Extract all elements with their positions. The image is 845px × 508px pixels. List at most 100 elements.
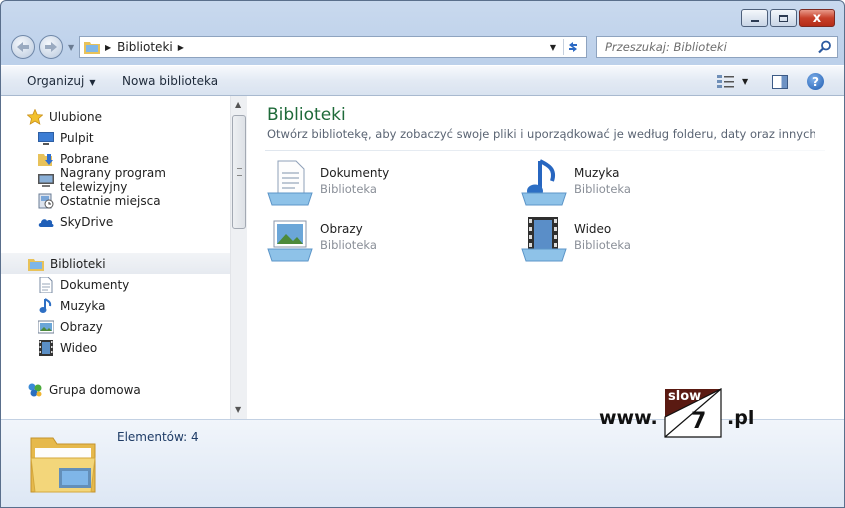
library-tile-music[interactable]: Muzyka Biblioteka — [520, 159, 760, 209]
nav-favorites[interactable]: Ulubione — [27, 106, 227, 127]
recent-pages-dropdown[interactable]: ▼ — [68, 43, 74, 52]
nav-item-music[interactable]: Muzyka — [38, 295, 228, 316]
watermark-prefix: www. — [599, 407, 658, 429]
documents-library-icon — [267, 160, 313, 206]
nav-label: Muzyka — [60, 298, 106, 313]
library-type: Biblioteka — [320, 238, 377, 252]
search-box[interactable] — [596, 36, 838, 58]
close-button[interactable]: x — [799, 9, 835, 27]
breadcrumb-chevron-icon[interactable]: ▶ — [178, 43, 184, 52]
search-icon[interactable] — [818, 40, 832, 54]
skydrive-icon — [38, 214, 54, 230]
library-type: Biblioteka — [574, 182, 631, 196]
navigation-scrollbar[interactable]: ▲ ▼ — [230, 96, 247, 419]
refresh-icon — [569, 42, 577, 52]
maximize-button[interactable] — [770, 9, 797, 27]
nav-item-desktop[interactable]: Pulpit — [38, 127, 228, 148]
nav-item-recent-places[interactable]: Ostatnie miejsca — [38, 190, 228, 211]
nav-item-pictures[interactable]: Obrazy — [38, 316, 228, 337]
library-name: Wideo — [574, 222, 612, 236]
library-tile-pictures[interactable]: Obrazy Biblioteka — [266, 215, 506, 265]
watermark-box-top: slow — [668, 389, 702, 404]
divider — [265, 150, 825, 151]
nav-label: Dokumenty — [60, 277, 130, 292]
library-tile-video[interactable]: Wideo Biblioteka — [520, 215, 760, 265]
library-name: Obrazy — [320, 222, 363, 236]
scroll-up-icon[interactable]: ▲ — [235, 100, 241, 109]
breadcrumb-separator-icon[interactable]: ▶ — [105, 43, 111, 52]
recorded-tv-icon — [38, 172, 54, 188]
close-icon: x — [812, 10, 822, 26]
nav-label: Obrazy — [60, 319, 103, 334]
organize-button[interactable]: Organizuj ▼ — [27, 74, 95, 88]
scrollbar-thumb[interactable] — [232, 115, 246, 229]
nav-label: Pobrane — [60, 151, 110, 166]
pictures-icon — [38, 319, 54, 335]
libraries-icon — [28, 256, 44, 272]
breadcrumb-item[interactable]: Biblioteki — [117, 40, 173, 54]
minimize-icon — [750, 20, 759, 22]
nav-label: Pulpit — [60, 130, 94, 145]
page-title: Biblioteki — [267, 105, 346, 125]
watermark-box-digit: 7 — [691, 409, 707, 434]
music-library-icon — [521, 159, 567, 206]
libraries-icon — [84, 40, 100, 54]
nav-label: Grupa domowa — [49, 382, 141, 397]
view-options-icon[interactable] — [717, 75, 734, 89]
recent-places-icon — [38, 193, 54, 209]
address-history-dropdown[interactable]: ▼ — [550, 43, 556, 52]
view-dropdown-icon[interactable]: ▼ — [742, 77, 748, 86]
search-input[interactable] — [603, 39, 812, 55]
homegroup-icon — [27, 382, 43, 398]
video-icon — [38, 339, 54, 356]
nav-label: Wideo — [60, 340, 98, 355]
scrollbar-grip-icon — [237, 168, 242, 176]
documents-icon — [38, 276, 54, 293]
refresh-button[interactable] — [563, 39, 582, 55]
nav-item-video[interactable]: Wideo — [38, 337, 228, 358]
library-tile-documents[interactable]: Dokumenty Biblioteka — [266, 159, 506, 209]
nav-label: SkyDrive — [60, 214, 114, 229]
library-name: Dokumenty — [320, 166, 390, 180]
desktop-icon — [38, 130, 54, 146]
organize-label: Organizuj — [27, 74, 85, 88]
navigation-pane: Ulubione Pulpit Pobrane Nagrany program … — [1, 96, 230, 419]
item-count: Elementów: 4 — [117, 430, 199, 444]
scroll-down-icon[interactable]: ▼ — [235, 405, 241, 414]
pictures-library-icon — [267, 220, 313, 262]
library-type: Biblioteka — [574, 238, 631, 252]
forward-arrow-icon — [45, 42, 57, 52]
back-arrow-icon — [17, 42, 29, 52]
command-bar: Organizuj ▼ Nowa biblioteka ▼ ? — [1, 65, 844, 96]
star-icon — [27, 108, 43, 125]
nav-label: Biblioteki — [50, 256, 106, 271]
forward-button[interactable] — [39, 35, 63, 59]
nav-item-skydrive[interactable]: SkyDrive — [38, 211, 228, 232]
library-type: Biblioteka — [320, 182, 377, 196]
maximize-icon — [779, 14, 788, 22]
address-bar[interactable]: ▶ Biblioteki ▶ ▼ — [79, 36, 587, 58]
minimize-button[interactable] — [741, 9, 768, 27]
nav-label: Ulubione — [49, 109, 103, 124]
libraries-folder-icon — [30, 437, 96, 493]
explorer-window: x ▼ ▶ Biblioteki ▶ ▼ Organizuj ▼ Nowa bib… — [0, 0, 845, 508]
nav-homegroup[interactable]: Grupa domowa — [27, 379, 227, 400]
new-library-button[interactable]: Nowa biblioteka — [122, 74, 218, 88]
caption-buttons: x — [741, 9, 835, 27]
music-icon — [38, 297, 54, 314]
watermark-suffix: .pl — [727, 407, 755, 429]
preview-pane-icon[interactable] — [772, 75, 788, 89]
content-pane: Biblioteki Otwórz bibliotekę, aby zobacz… — [247, 96, 844, 419]
nav-libraries[interactable]: Biblioteki — [1, 253, 230, 274]
help-icon[interactable]: ? — [807, 73, 824, 90]
watermark-logo: www. slow 7 .pl — [599, 383, 759, 443]
video-library-icon — [521, 217, 567, 262]
library-name: Muzyka — [574, 166, 620, 180]
nav-item-documents[interactable]: Dokumenty — [38, 274, 228, 295]
chevron-down-icon: ▼ — [89, 78, 96, 87]
downloads-icon — [38, 151, 54, 167]
nav-label: Ostatnie miejsca — [60, 193, 161, 208]
nav-item-recorded-tv[interactable]: Nagrany program telewizyjny — [38, 166, 228, 194]
back-button[interactable] — [11, 35, 35, 59]
page-description: Otwórz bibliotekę, aby zobaczyć swoje pl… — [267, 127, 815, 141]
